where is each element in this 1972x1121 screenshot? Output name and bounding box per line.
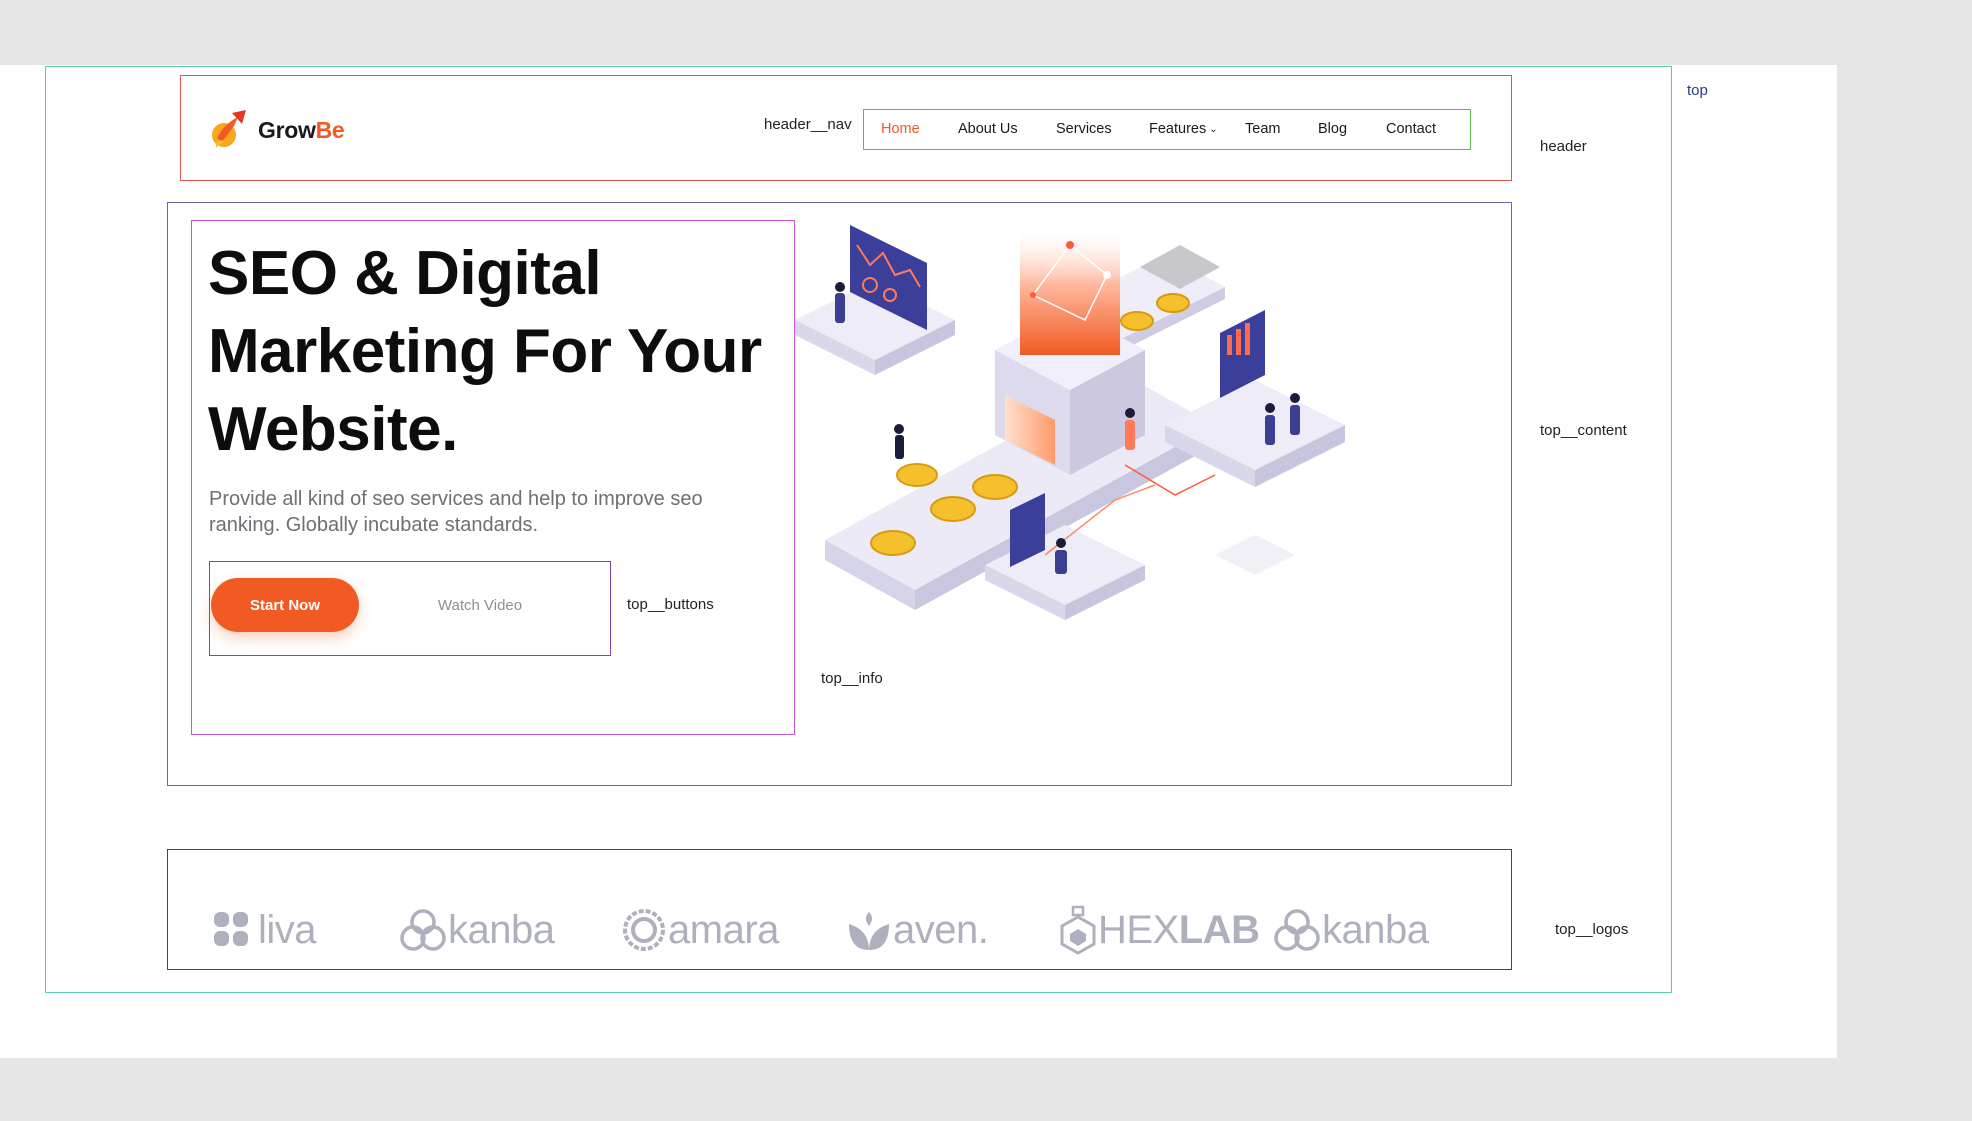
hero-description: Provide all kind of seo services and hel… (209, 488, 703, 536)
hero-title: SEO & Digital Marketing For Your Website… (208, 239, 762, 464)
annotation-header: header (1540, 138, 1587, 155)
annotation-top-content: top__content (1540, 422, 1627, 439)
logo-text: kanba (448, 907, 555, 952)
partner-logo-amara: amara (622, 900, 779, 960)
annotation-top: top (1687, 82, 1708, 99)
watch-video-button[interactable]: Watch Video (410, 588, 550, 622)
annotation-top-logos: top__logos (1555, 921, 1629, 938)
logo-text: HEXLAB (1098, 907, 1260, 952)
partner-logo-liva: liva (210, 900, 317, 960)
annotation-top-info: top__info (821, 670, 883, 687)
rocket-logo-icon (212, 110, 246, 148)
partner-logo-aven: aven. (845, 900, 989, 960)
aven-logo-icon (849, 912, 889, 950)
partner-logo-kanba-2: kanba (1272, 900, 1429, 960)
logo-text: aven. (893, 907, 989, 952)
logo-text: liva (258, 907, 317, 952)
brand-logo[interactable]: GrowBe (208, 106, 388, 154)
annotation-top-buttons: top__buttons (627, 596, 714, 613)
logo-text: kanba (1322, 907, 1429, 952)
kanba-logo-icon (400, 909, 446, 951)
isometric-seo-illustration (795, 225, 1345, 620)
logo-text: amara (668, 907, 779, 952)
start-now-button[interactable]: Start Now (211, 578, 359, 632)
frame-header-nav (863, 109, 1471, 150)
annotation-header-nav: header__nav (764, 116, 852, 133)
amara-logo-icon (623, 909, 665, 951)
kanba-logo-icon (1274, 909, 1320, 951)
liva-logo-icon (214, 912, 248, 946)
partner-logo-hexlab: HEXLAB (1058, 900, 1260, 960)
brand-name: GrowBe (258, 116, 345, 143)
hexlab-logo-icon (1060, 905, 1096, 955)
partner-logo-kanba: kanba (398, 900, 555, 960)
